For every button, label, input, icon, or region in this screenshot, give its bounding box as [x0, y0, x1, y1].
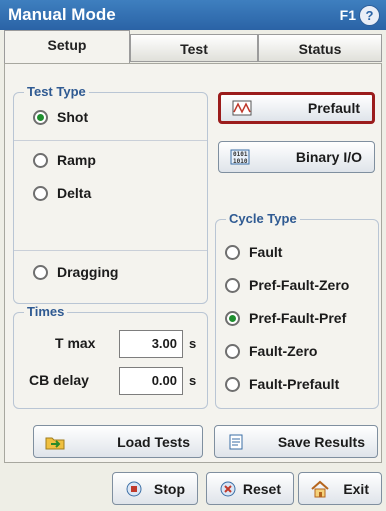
- setup-panel: Test Type Shot Ramp Delta Dragging Times…: [4, 63, 382, 463]
- cb-delay-unit: s: [189, 373, 197, 388]
- cb-delay-label: CB delay: [29, 372, 89, 388]
- radio-unselected-icon: [225, 376, 240, 392]
- radio-pref-fault-zero[interactable]: Pref-Fault-Zero: [225, 277, 349, 293]
- radio-unselected-icon: [225, 343, 240, 359]
- radio-label: Fault: [249, 244, 283, 260]
- exit-button[interactable]: Exit: [298, 472, 382, 505]
- radio-unselected-icon: [225, 277, 240, 293]
- test-type-legend: Test Type: [24, 84, 89, 99]
- binary-io-icon: 0101 1010: [229, 148, 251, 166]
- radio-unselected-icon: [33, 264, 48, 280]
- radio-label: Pref-Fault-Pref: [249, 310, 347, 326]
- f1-hint[interactable]: F1: [340, 7, 356, 23]
- radio-label: Dragging: [57, 264, 119, 280]
- radio-unselected-icon: [33, 152, 48, 168]
- radio-selected-icon: [33, 109, 48, 125]
- binary-io-label: Binary I/O: [295, 149, 362, 165]
- radio-pref-fault-pref[interactable]: Pref-Fault-Pref: [225, 310, 346, 326]
- reset-icon: [217, 480, 239, 498]
- radio-fault-prefault[interactable]: Fault-Prefault: [225, 376, 339, 392]
- window-title: Manual Mode: [8, 5, 116, 24]
- load-tests-label: Load Tests: [117, 433, 190, 450]
- prefault-label: Prefault: [307, 100, 360, 116]
- stop-icon: [123, 480, 145, 498]
- title-bar: Manual Mode F1 ?: [0, 0, 386, 30]
- radio-unselected-icon: [225, 244, 240, 260]
- stop-label: Stop: [153, 480, 185, 497]
- save-results-label: Save Results: [277, 433, 365, 450]
- radio-fault[interactable]: Fault: [225, 244, 282, 260]
- radio-fault-zero[interactable]: Fault-Zero: [225, 343, 317, 359]
- times-legend: Times: [24, 304, 68, 319]
- radio-dragging[interactable]: Dragging: [33, 264, 118, 280]
- save-results-button[interactable]: Save Results: [214, 425, 378, 458]
- home-icon: [309, 480, 331, 498]
- svg-text:1010: 1010: [233, 158, 248, 165]
- radio-label: Shot: [57, 109, 89, 125]
- svg-text:0101: 0101: [233, 151, 248, 158]
- tab-status[interactable]: Status: [258, 34, 382, 62]
- radio-ramp[interactable]: Ramp: [33, 152, 96, 168]
- radio-selected-icon: [225, 310, 240, 326]
- exit-label: Exit: [343, 480, 369, 497]
- tab-test[interactable]: Test: [130, 34, 258, 62]
- radio-label: Delta: [57, 185, 92, 201]
- divider: [14, 250, 207, 251]
- stop-button[interactable]: Stop: [112, 472, 198, 505]
- cb-delay-input[interactable]: 0.00: [119, 367, 183, 395]
- manual-mode-window: Manual Mode F1 ? Setup Test Status Test …: [0, 0, 386, 511]
- cycle-type-legend: Cycle Type: [226, 211, 300, 226]
- folder-arrow-icon: [44, 433, 66, 451]
- prefault-button[interactable]: Prefault: [218, 92, 375, 124]
- prefault-icon: [231, 99, 253, 117]
- radio-label: Pref-Fault-Zero: [249, 277, 350, 293]
- document-icon: [225, 433, 247, 451]
- tab-setup[interactable]: Setup: [4, 30, 130, 64]
- radio-unselected-icon: [33, 185, 48, 201]
- radio-label: Fault-Prefault: [249, 376, 340, 392]
- t-max-label: T max: [55, 335, 96, 351]
- radio-shot[interactable]: Shot: [33, 109, 88, 125]
- help-icon[interactable]: ?: [359, 5, 380, 26]
- bottom-bar: Stop Reset Exit: [0, 470, 386, 511]
- t-max-unit: s: [189, 336, 197, 351]
- radio-label: Fault-Zero: [249, 343, 318, 359]
- reset-button[interactable]: Reset: [206, 472, 294, 505]
- t-max-input[interactable]: 3.00: [119, 330, 183, 358]
- reset-label: Reset: [242, 480, 281, 497]
- binary-io-button[interactable]: 0101 1010 Binary I/O: [218, 141, 375, 173]
- divider: [14, 140, 207, 141]
- load-tests-button[interactable]: Load Tests: [33, 425, 203, 458]
- tab-bar: Setup Test Status: [4, 30, 382, 64]
- radio-delta[interactable]: Delta: [33, 185, 91, 201]
- radio-label: Ramp: [57, 152, 96, 168]
